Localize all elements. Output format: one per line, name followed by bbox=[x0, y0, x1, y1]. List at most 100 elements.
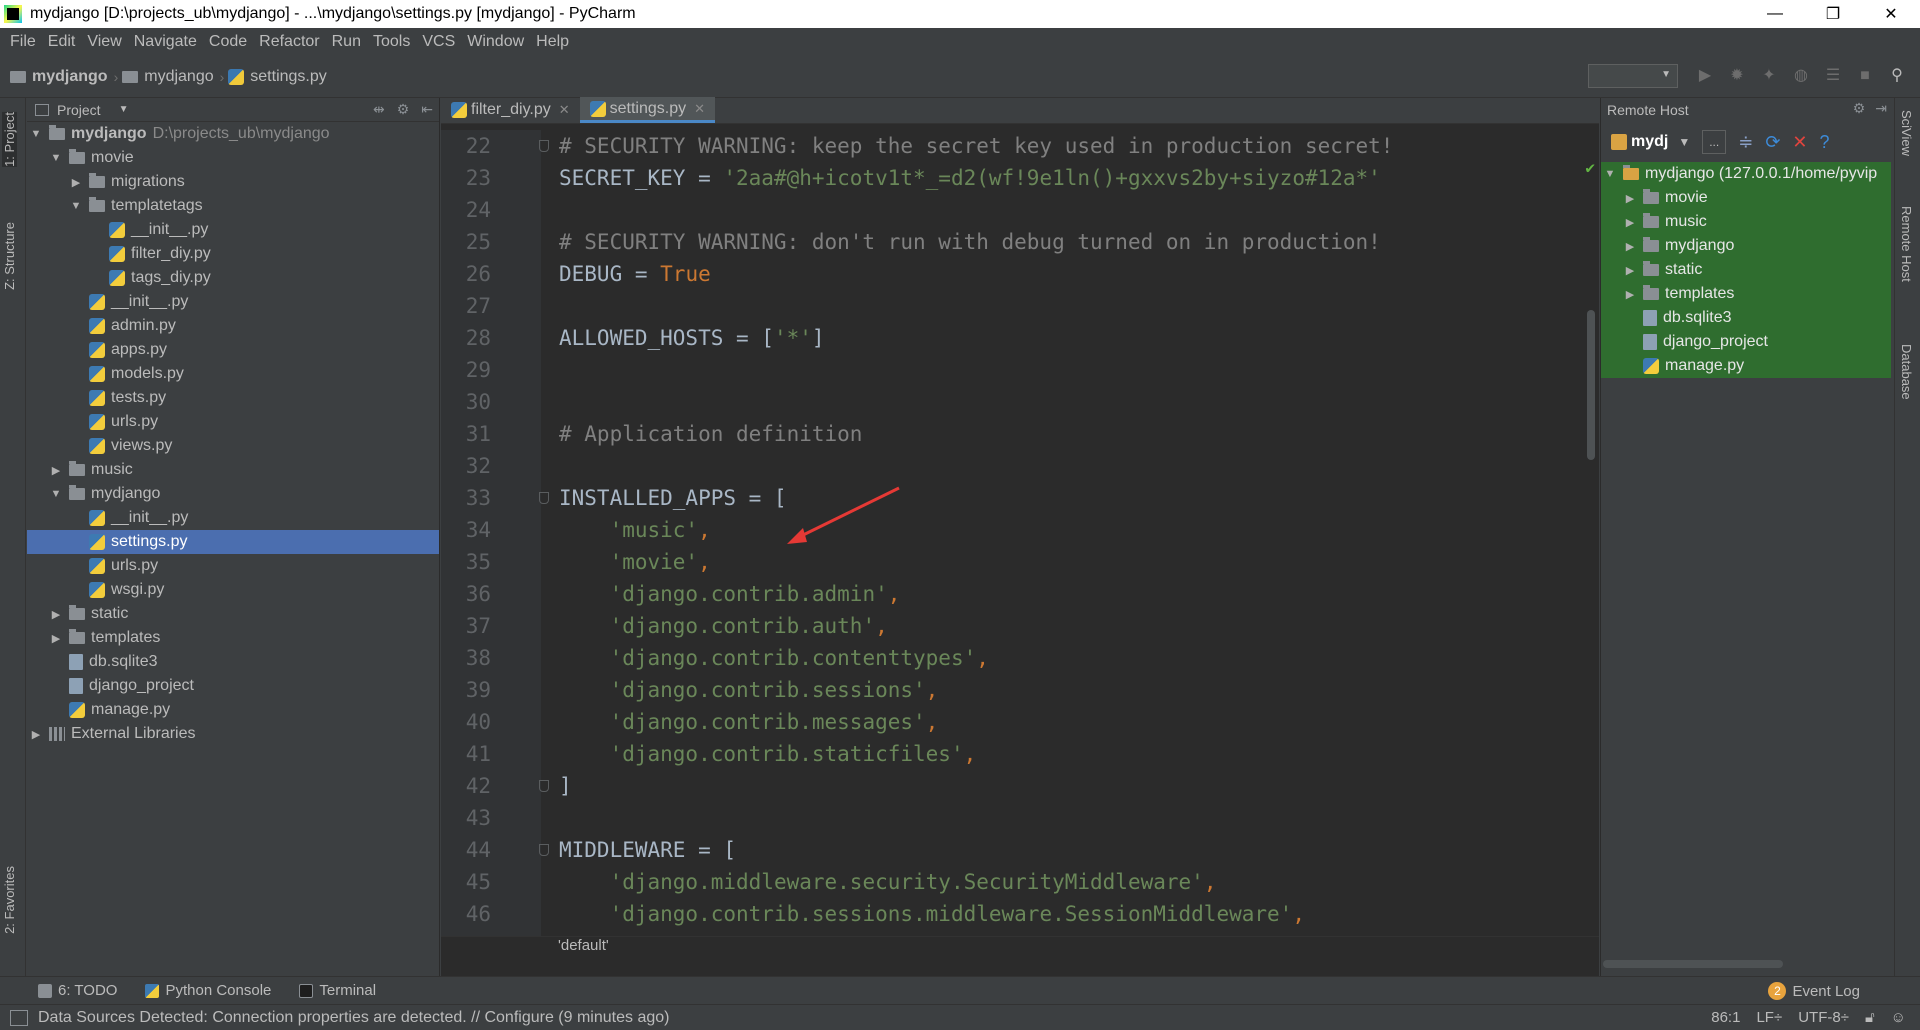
tree-row[interactable]: urls.py bbox=[27, 410, 439, 434]
collapse-all-icon[interactable]: ⇹ bbox=[373, 101, 385, 118]
status-message[interactable]: Data Sources Detected: Connection proper… bbox=[38, 1009, 669, 1027]
breadcrumb-project[interactable]: mydjango bbox=[10, 68, 108, 86]
tree-row[interactable]: ▶ static bbox=[1601, 258, 1891, 282]
todo-tool-button[interactable]: 6: TODO bbox=[38, 982, 117, 999]
tree-row[interactable]: models.py bbox=[27, 362, 439, 386]
lock-icon[interactable]: 🔓︎ bbox=[1865, 1009, 1875, 1026]
debug-icon[interactable]: ✹ bbox=[1728, 67, 1746, 85]
expanded-arrow-icon[interactable]: ▼ bbox=[69, 200, 83, 212]
gear-icon[interactable]: ⚙ bbox=[397, 101, 410, 118]
run-configuration-select[interactable] bbox=[1588, 64, 1678, 88]
tree-row[interactable]: ▶ mydjango bbox=[1601, 234, 1891, 258]
code-editor[interactable]: 22 # SECURITY WARNING: keep the secret ke… bbox=[441, 130, 1599, 936]
line-separator[interactable]: LF÷ bbox=[1756, 1009, 1782, 1026]
menu-file[interactable]: File bbox=[4, 33, 42, 51]
fold-marker-icon[interactable] bbox=[539, 492, 549, 504]
menu-run[interactable]: Run bbox=[326, 33, 367, 51]
file-encoding[interactable]: UTF-8÷ bbox=[1798, 1009, 1849, 1026]
terminal-tool-button[interactable]: Terminal bbox=[299, 982, 376, 999]
concurrency-icon[interactable]: ☰ bbox=[1824, 67, 1842, 85]
hector-icon[interactable]: ☺ bbox=[1891, 1009, 1906, 1026]
remote-host-tool-tab[interactable]: Remote Host bbox=[1899, 206, 1914, 282]
menu-navigate[interactable]: Navigate bbox=[128, 33, 203, 51]
project-tool-tab[interactable]: 1: Project bbox=[2, 112, 17, 167]
tree-row[interactable]: ▼ mydjango (127.0.0.1/home/pyvip bbox=[1601, 162, 1891, 186]
tab-filter-diy[interactable]: filter_diy.py ✕ bbox=[441, 97, 580, 123]
tree-row[interactable]: wsgi.py bbox=[27, 578, 439, 602]
tree-row[interactable]: tests.py bbox=[27, 386, 439, 410]
tree-row[interactable]: django_project bbox=[1601, 330, 1891, 354]
tree-row[interactable]: db.sqlite3 bbox=[1601, 306, 1891, 330]
expanded-arrow-icon[interactable]: ▼ bbox=[49, 488, 63, 500]
minimize-button[interactable]: — bbox=[1746, 0, 1804, 28]
database-tool-tab[interactable]: Database bbox=[1899, 344, 1914, 400]
tree-row[interactable]: urls.py bbox=[27, 554, 439, 578]
menu-view[interactable]: View bbox=[81, 33, 127, 51]
close-icon[interactable]: ✕ bbox=[1792, 132, 1807, 153]
structure-tool-tab[interactable]: Z: Structure bbox=[2, 222, 17, 290]
tree-row[interactable]: settings.py bbox=[27, 530, 439, 554]
fold-marker-icon[interactable] bbox=[539, 140, 549, 152]
help-icon[interactable]: ? bbox=[1820, 132, 1830, 153]
tree-row[interactable]: manage.py bbox=[1601, 354, 1891, 378]
browse-button[interactable]: ... bbox=[1702, 130, 1727, 154]
tree-row[interactable]: ▶ static bbox=[27, 602, 439, 626]
collapsed-arrow-icon[interactable]: ▶ bbox=[1623, 264, 1637, 277]
tree-row[interactable]: ▼ movie bbox=[27, 146, 439, 170]
event-log-tool-button[interactable]: 2 Event Log bbox=[1768, 982, 1860, 1000]
close-icon[interactable]: ✕ bbox=[559, 102, 570, 118]
breadcrumb-package[interactable]: mydjango bbox=[122, 68, 214, 86]
hide-panel-icon[interactable]: ⇥ bbox=[1875, 100, 1887, 117]
tree-row[interactable]: ▶ movie bbox=[1601, 186, 1891, 210]
search-icon[interactable]: ⚲ bbox=[1888, 67, 1906, 85]
toggle-tool-windows-icon[interactable] bbox=[10, 1009, 28, 1026]
tree-row[interactable]: apps.py bbox=[27, 338, 439, 362]
menu-edit[interactable]: Edit bbox=[42, 33, 82, 51]
menu-tools[interactable]: Tools bbox=[367, 33, 416, 51]
menu-vcs[interactable]: VCS bbox=[416, 33, 461, 51]
expanded-arrow-icon[interactable]: ▼ bbox=[1603, 168, 1617, 180]
stop-icon[interactable]: ■ bbox=[1856, 67, 1874, 85]
run-coverage-icon[interactable]: ✦ bbox=[1760, 67, 1778, 85]
tree-row[interactable]: __init__.py bbox=[27, 290, 439, 314]
python-console-tool-button[interactable]: Python Console bbox=[145, 982, 271, 999]
tree-row[interactable]: ▶ music bbox=[27, 458, 439, 482]
horizontal-scrollbar[interactable] bbox=[1603, 960, 1783, 968]
refresh-icon[interactable]: ⟳ bbox=[1765, 132, 1780, 153]
collapsed-arrow-icon[interactable]: ▶ bbox=[49, 632, 63, 645]
collapse-icon[interactable]: ≑ bbox=[1738, 132, 1753, 153]
tree-row[interactable]: tags_diy.py bbox=[27, 266, 439, 290]
tab-settings[interactable]: settings.py ✕ bbox=[579, 97, 716, 123]
expanded-arrow-icon[interactable]: ▼ bbox=[49, 152, 63, 164]
chevron-down-icon[interactable]: ▼ bbox=[119, 104, 129, 115]
collapsed-arrow-icon[interactable]: ▶ bbox=[49, 608, 63, 621]
collapsed-arrow-icon[interactable]: ▶ bbox=[1623, 240, 1637, 253]
collapsed-arrow-icon[interactable]: ▶ bbox=[1623, 192, 1637, 205]
tree-row[interactable]: __init__.py bbox=[27, 506, 439, 530]
fold-marker-icon[interactable] bbox=[539, 844, 549, 856]
collapsed-arrow-icon[interactable]: ▶ bbox=[49, 464, 63, 477]
menu-help[interactable]: Help bbox=[530, 33, 575, 51]
tree-row[interactable]: views.py bbox=[27, 434, 439, 458]
tree-row[interactable]: __init__.py bbox=[27, 218, 439, 242]
caret-position[interactable]: 86:1 bbox=[1711, 1009, 1740, 1026]
tree-row[interactable]: ▶ templates bbox=[27, 626, 439, 650]
collapsed-arrow-icon[interactable]: ▶ bbox=[1623, 216, 1637, 229]
inspection-ok-icon[interactable]: ✔ bbox=[1585, 158, 1595, 177]
collapsed-arrow-icon[interactable]: ▶ bbox=[69, 176, 83, 189]
gear-icon[interactable]: ⚙ bbox=[1853, 100, 1866, 117]
fold-marker-icon[interactable] bbox=[539, 780, 549, 792]
tree-row[interactable]: admin.py bbox=[27, 314, 439, 338]
restore-button[interactable]: ❐ bbox=[1804, 0, 1862, 28]
breadcrumb-file[interactable]: settings.py bbox=[228, 68, 327, 86]
collapsed-arrow-icon[interactable]: ▶ bbox=[1623, 288, 1637, 301]
tree-row[interactable]: ▶ External Libraries bbox=[27, 722, 439, 746]
sciview-tool-tab[interactable]: SciView bbox=[1899, 110, 1914, 156]
profile-icon[interactable]: ◍ bbox=[1792, 67, 1810, 85]
vertical-scrollbar[interactable] bbox=[1587, 310, 1595, 460]
tree-row[interactable]: manage.py bbox=[27, 698, 439, 722]
server-select[interactable]: mydj ▼ bbox=[1611, 133, 1690, 151]
tree-row[interactable]: db.sqlite3 bbox=[27, 650, 439, 674]
collapsed-arrow-icon[interactable]: ▶ bbox=[29, 728, 43, 741]
close-button[interactable]: ✕ bbox=[1862, 0, 1920, 28]
